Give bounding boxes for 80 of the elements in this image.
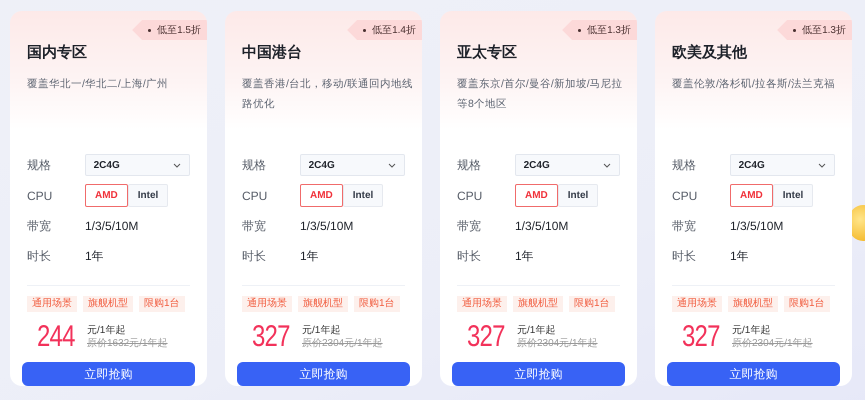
cpu-option[interactable]: AMD xyxy=(300,184,343,208)
buy-now-button[interactable]: 立即抢购 xyxy=(22,362,195,386)
card-title: 国内专区 xyxy=(27,43,88,63)
chevron-down-icon xyxy=(818,162,826,168)
price-unit: 元/1年起 xyxy=(732,324,772,338)
chevron-down-icon xyxy=(388,162,396,168)
price-value: 327 xyxy=(252,320,289,354)
card-title: 亚太专区 xyxy=(457,43,518,63)
feature-tag: 限购1台 xyxy=(569,296,615,312)
feature-tag: 旗舰机型 xyxy=(728,296,778,312)
bandwidth-value: 1/3/5/10M xyxy=(300,218,354,235)
region-description: 覆盖华北一/华北二/上海/广州 xyxy=(27,76,169,92)
feature-tag: 通用场景 xyxy=(457,296,507,312)
cpu-option[interactable]: Intel xyxy=(128,184,168,208)
bandwidth-value: 1/3/5/10M xyxy=(730,218,784,235)
price-unit: 元/1年起 xyxy=(517,324,556,338)
field-label: 时长 xyxy=(672,248,697,266)
region-description: 覆盖香港/台北，移动/联通回内地线路优化 xyxy=(242,76,413,112)
field-label: 带宽 xyxy=(457,218,482,235)
field-label: 带宽 xyxy=(242,218,267,235)
feature-tag: 限购1台 xyxy=(139,296,185,312)
field-label: CPU xyxy=(242,188,268,205)
original-price: 原价2304元/1年起 xyxy=(517,337,598,350)
cpu-option[interactable]: AMD xyxy=(730,184,773,208)
feature-tag: 旗舰机型 xyxy=(513,296,563,312)
field-label: 时长 xyxy=(27,248,52,266)
spec-dropdown[interactable]: 2C4G xyxy=(84,154,190,176)
feature-tag: 通用场景 xyxy=(672,296,722,312)
discount-badge: 低至1.4折 xyxy=(347,20,422,40)
price-value: 244 xyxy=(37,320,74,354)
card-title: 欧美及其他 xyxy=(672,42,748,63)
discount-badge: 低至1.5折 xyxy=(132,20,207,40)
field-label: 规格 xyxy=(27,157,52,174)
original-price: 原价1632元/1年起 xyxy=(87,337,168,350)
field-label: 带宽 xyxy=(27,218,52,235)
price-value: 327 xyxy=(467,320,504,354)
cpu-option[interactable]: Intel xyxy=(558,184,598,208)
price-value: 327 xyxy=(682,320,719,354)
feature-tag: 通用场景 xyxy=(242,296,292,312)
duration-value: 1年 xyxy=(730,248,749,266)
cpu-option[interactable]: Intel xyxy=(342,184,384,208)
original-price: 原价2304元/1年起 xyxy=(732,337,813,350)
chevron-down-icon xyxy=(173,162,181,168)
field-label: 规格 xyxy=(457,157,482,174)
region-description: 覆盖伦敦/洛杉矶/拉各斯/法兰克福 xyxy=(672,76,836,92)
bandwidth-value: 1/3/5/10M xyxy=(85,218,138,235)
feature-tag: 限购1台 xyxy=(354,296,400,312)
cpu-option[interactable]: AMD xyxy=(515,184,558,208)
field-label: CPU xyxy=(27,188,54,205)
bandwidth-value: 1/3/5/10M xyxy=(515,218,568,235)
field-label: 规格 xyxy=(672,157,697,174)
duration-value: 1年 xyxy=(85,248,104,266)
spec-dropdown[interactable]: 2C4G xyxy=(300,154,405,176)
duration-value: 1年 xyxy=(300,248,319,266)
price-unit: 元/1年起 xyxy=(302,324,342,338)
duration-value: 1年 xyxy=(515,248,534,266)
price-unit: 元/1年起 xyxy=(87,324,126,338)
spec-dropdown[interactable]: 2C4G xyxy=(514,154,620,176)
cpu-option[interactable]: AMD xyxy=(85,184,128,208)
feature-tag: 限购1台 xyxy=(784,296,830,312)
feature-tag: 旗舰机型 xyxy=(298,296,348,312)
field-label: CPU xyxy=(672,188,698,205)
field-label: 规格 xyxy=(242,157,267,174)
card-title: 中国港台 xyxy=(242,43,303,63)
field-label: 时长 xyxy=(242,248,267,266)
field-label: 时长 xyxy=(457,248,482,266)
discount-badge: 低至1.3折 xyxy=(562,20,637,40)
field-label: CPU xyxy=(457,188,484,205)
spec-dropdown[interactable]: 2C4G xyxy=(730,154,835,176)
feature-tag: 通用场景 xyxy=(27,296,77,312)
original-price: 原价2304元/1年起 xyxy=(302,337,383,350)
field-label: 带宽 xyxy=(672,218,697,235)
buy-now-button[interactable]: 立即抢购 xyxy=(237,362,410,386)
region-description: 覆盖东京/首尔/曼谷/新加坡/马尼拉等8个地区 xyxy=(457,76,624,112)
discount-badge: 低至1.3折 xyxy=(777,20,852,40)
feature-tag: 旗舰机型 xyxy=(83,296,133,312)
chevron-down-icon xyxy=(603,162,611,168)
cpu-option[interactable]: Intel xyxy=(772,184,814,208)
buy-now-button[interactable]: 立即抢购 xyxy=(452,362,625,386)
buy-now-button[interactable]: 立即抢购 xyxy=(667,362,840,386)
